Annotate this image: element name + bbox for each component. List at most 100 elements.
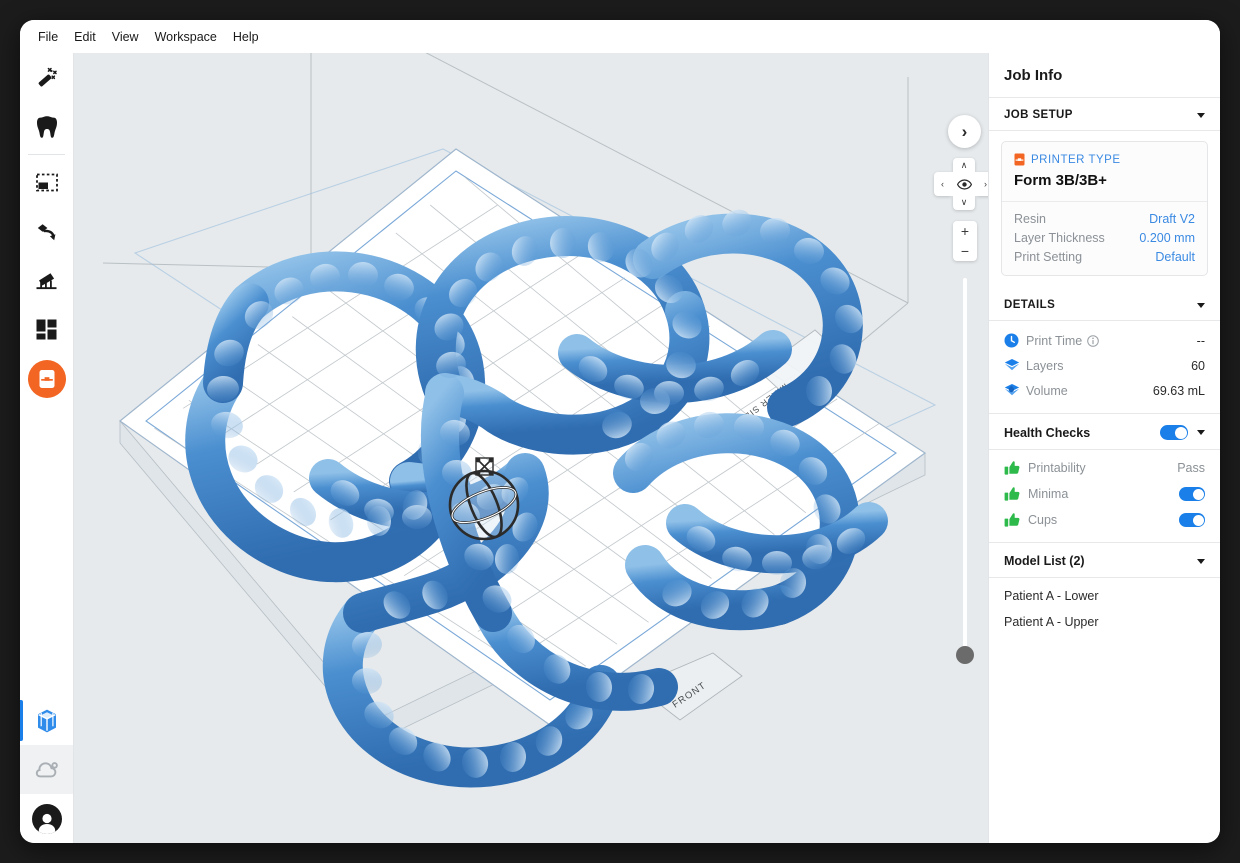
account-avatar[interactable]	[20, 794, 73, 843]
toolbar-divider	[28, 154, 65, 155]
detail-label: Volume	[1026, 383, 1068, 398]
tooth-tool[interactable]	[20, 102, 73, 151]
setting-key: Layer Thickness	[1014, 230, 1105, 245]
magic-wand-icon	[38, 67, 57, 86]
details-label: DETAILS	[1004, 299, 1056, 311]
list-item[interactable]: Patient A - Lower	[989, 583, 1220, 609]
health-row-printability: Printability Pass	[989, 455, 1220, 481]
chevron-down-icon[interactable]	[1197, 112, 1205, 118]
job-info-panel: Job Info JOB SETUP PRINTER TYPE Form 3B/…	[988, 53, 1220, 843]
printer-icon	[39, 369, 54, 388]
printer-card[interactable]: PRINTER TYPE Form 3B/3B+ Resin Draft V2 …	[1001, 141, 1208, 276]
minima-toggle[interactable]	[1179, 487, 1205, 501]
health-checks-label: Health Checks	[1004, 425, 1091, 440]
cloud-tool[interactable]	[20, 745, 73, 794]
eye-icon	[956, 178, 972, 190]
printer-small-icon	[1014, 153, 1025, 166]
3d-viewport[interactable]: FRONT MIXER SIDE › ∧ ‹ › ∨ + −	[73, 53, 988, 843]
health-checks-master-toggle[interactable]	[1160, 425, 1188, 440]
toolbar-bottom-group	[20, 696, 73, 843]
health-label: Cups	[1028, 513, 1058, 527]
printer-type-label: PRINTER TYPE	[1031, 153, 1121, 166]
application-window: File Edit View Workspace Help FRONT MIXE…	[20, 20, 1220, 843]
setting-row-resin[interactable]: Resin Draft V2	[1002, 209, 1207, 228]
zoom-controls[interactable]: + −	[953, 221, 977, 261]
view-dpad[interactable]: ∧ ‹ › ∨	[929, 158, 988, 210]
select-scale-tool[interactable]	[20, 158, 73, 207]
print-tool-button[interactable]	[27, 359, 66, 398]
model-list-header[interactable]: Model List (2)	[989, 543, 1220, 578]
details-body: Print Time -- Layers 60 Volume 69.63 mL	[989, 321, 1220, 414]
setting-key: Resin	[1014, 211, 1046, 226]
info-icon[interactable]	[1087, 334, 1100, 347]
detail-value: --	[1196, 333, 1205, 348]
detail-name-group: Volume	[1026, 384, 1153, 398]
health-label: Printability	[1028, 461, 1086, 475]
zoom-out-button[interactable]: −	[953, 241, 977, 261]
job-setup-header[interactable]: JOB SETUP	[989, 98, 1220, 131]
setting-row-print-setting[interactable]: Print Setting Default	[1002, 247, 1207, 266]
magic-wand-tool[interactable]	[20, 53, 73, 102]
detail-row-layers: Layers 60	[989, 353, 1220, 378]
printer-card-top: PRINTER TYPE Form 3B/3B+	[1002, 142, 1207, 202]
layers-icon	[1004, 358, 1026, 373]
user-icon	[38, 813, 55, 834]
volume-icon	[1004, 383, 1026, 398]
health-checks-header-controls	[1160, 425, 1205, 440]
thumbs-up-icon	[1004, 487, 1020, 501]
collapse-panel-button[interactable]: ›	[948, 115, 981, 148]
detail-name-group: Print Time	[1026, 334, 1197, 348]
dpad-left-button[interactable]: ‹	[934, 172, 951, 196]
menu-item-help[interactable]: Help	[225, 27, 267, 47]
build-scene: FRONT MIXER SIDE	[73, 53, 988, 843]
job-setup-label: JOB SETUP	[1004, 109, 1073, 121]
detail-value: 69.63 mL	[1152, 383, 1205, 398]
health-row-minima: Minima	[989, 481, 1220, 507]
model-list-body: Patient A - Lower Patient A - Upper	[989, 578, 1220, 635]
dpad-right-button[interactable]: ›	[977, 172, 988, 196]
list-item[interactable]: Patient A - Upper	[989, 609, 1220, 635]
rotate-orient-icon	[37, 223, 56, 240]
zoom-in-button[interactable]: +	[953, 221, 977, 241]
setting-value[interactable]: 0.200 mm	[1139, 231, 1195, 245]
detail-row-volume: Volume 69.63 mL	[989, 378, 1220, 403]
avatar	[31, 803, 62, 834]
health-label: Minima	[1028, 487, 1069, 501]
setting-key: Print Setting	[1014, 249, 1083, 264]
dpad-center-button[interactable]	[951, 172, 977, 196]
setting-value[interactable]: Draft V2	[1149, 212, 1195, 226]
dpad-down-button[interactable]: ∨	[953, 195, 975, 210]
supports-icon	[36, 272, 57, 289]
detail-row-print-time: Print Time --	[989, 328, 1220, 353]
build-volume-tool[interactable]	[20, 696, 73, 745]
print-tool[interactable]	[20, 354, 73, 403]
clock-icon	[1004, 333, 1026, 348]
printer-name: Form 3B/3B+	[1014, 172, 1107, 189]
setting-value[interactable]: Default	[1155, 250, 1195, 264]
orient-tool[interactable]	[20, 207, 73, 256]
setting-row-layer-thickness[interactable]: Layer Thickness 0.200 mm	[1002, 228, 1207, 247]
layout-tool[interactable]	[20, 305, 73, 354]
thumbs-up-icon	[1004, 513, 1020, 527]
view-slider-handle[interactable]	[956, 646, 974, 664]
detail-name-group: Layers	[1026, 359, 1191, 373]
cups-toggle[interactable]	[1179, 513, 1205, 527]
view-slider-track[interactable]	[963, 278, 967, 653]
chevron-right-icon: ›	[961, 122, 968, 141]
details-header[interactable]: DETAILS	[989, 288, 1220, 321]
menu-item-edit[interactable]: Edit	[66, 27, 104, 47]
panel-title: Job Info	[989, 53, 1220, 98]
dpad-up-button[interactable]: ∧	[953, 158, 975, 173]
chevron-down-icon[interactable]	[1197, 302, 1205, 308]
menu-item-file[interactable]: File	[30, 27, 66, 47]
menu-item-view[interactable]: View	[104, 27, 147, 47]
health-checks-header[interactable]: Health Checks	[989, 414, 1220, 450]
chevron-down-icon[interactable]	[1197, 558, 1205, 564]
detail-value: 60	[1191, 358, 1205, 373]
build-volume-cube-icon	[37, 709, 56, 732]
chevron-down-icon[interactable]	[1197, 430, 1205, 435]
supports-tool[interactable]	[20, 256, 73, 305]
left-toolbar	[20, 53, 74, 843]
menu-item-workspace[interactable]: Workspace	[147, 27, 225, 47]
tooth-icon	[36, 115, 57, 138]
